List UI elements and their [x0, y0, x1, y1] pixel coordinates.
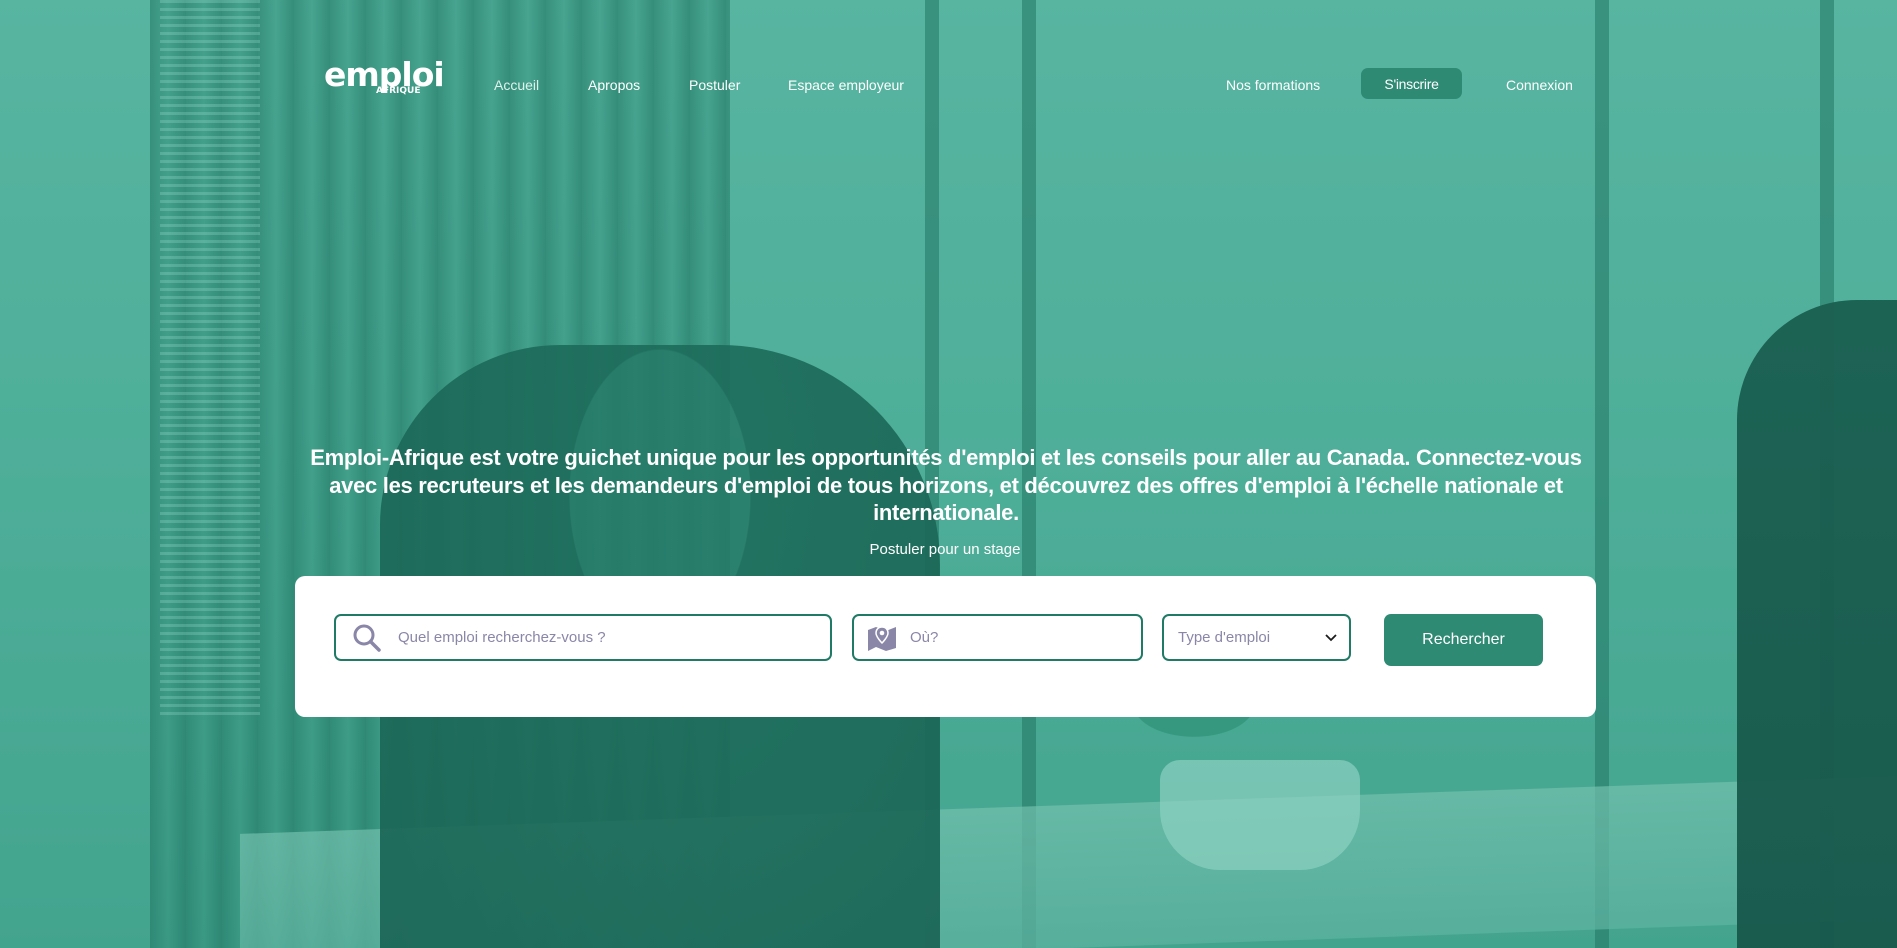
internship-link[interactable]: Postuler pour un stage — [0, 541, 1890, 558]
location-field[interactable] — [852, 614, 1143, 661]
login-link[interactable]: Connexion — [1506, 77, 1573, 93]
signup-button[interactable]: S'inscrire — [1361, 68, 1462, 99]
hero-headline: Emploi-Afrique est votre guichet unique … — [310, 445, 1582, 525]
keyword-input[interactable] — [398, 629, 818, 646]
location-input[interactable] — [910, 629, 1130, 646]
site-header: emploi AFRIQUE Accueil Apropos Postuler … — [0, 0, 1897, 170]
nav-item-postuler[interactable]: Postuler — [689, 77, 740, 93]
keyword-field[interactable] — [334, 614, 832, 661]
chevron-down-icon — [1325, 633, 1337, 642]
site-logo[interactable]: emploi AFRIQUE — [324, 58, 445, 98]
search-card: Type d'emploi Rechercher — [295, 576, 1596, 717]
search-icon — [336, 623, 398, 653]
nav-item-espace-employeur[interactable]: Espace employeur — [788, 77, 904, 93]
job-type-value: Type d'emploi — [1178, 629, 1271, 646]
nav-item-apropos[interactable]: Apropos — [588, 77, 640, 93]
map-icon — [854, 624, 910, 652]
nav-item-formations[interactable]: Nos formations — [1226, 77, 1320, 93]
nav-item-accueil[interactable]: Accueil — [494, 77, 539, 93]
job-type-select[interactable]: Type d'emploi — [1162, 614, 1351, 661]
search-submit-button[interactable]: Rechercher — [1384, 614, 1543, 666]
logo-sub: AFRIQUE — [376, 86, 421, 96]
